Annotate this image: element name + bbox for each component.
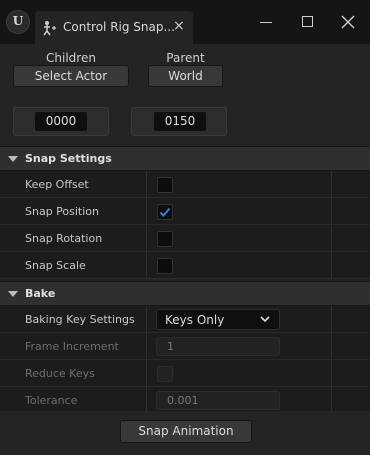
- parent-label: Parent: [166, 51, 205, 65]
- row-label: Frame Increment: [25, 340, 119, 353]
- field-value: 1: [167, 340, 174, 353]
- baking-key-settings-row: Baking Key Settings Keys Only: [0, 306, 370, 333]
- children-label: Children: [46, 51, 96, 65]
- title-bar: Control Rig Snap... ×: [0, 0, 370, 44]
- tab-control-rig-snapper[interactable]: Control Rig Snap... ×: [35, 11, 193, 44]
- start-frame-input[interactable]: 0000: [35, 112, 87, 131]
- snapper-panel: Children Select Actor Parent World 0000 …: [0, 44, 370, 455]
- footer: Snap Animation: [0, 411, 370, 455]
- tab-label: Control Rig Snap...: [63, 20, 175, 34]
- unreal-engine-logo-icon[interactable]: [6, 10, 30, 34]
- keep-offset-row: Keep Offset: [0, 171, 370, 198]
- bake-header[interactable]: Bake: [0, 281, 370, 306]
- field-value: 0.001: [167, 394, 199, 407]
- select-actor-button[interactable]: Select Actor: [13, 65, 129, 87]
- checkmark-icon: [159, 207, 171, 217]
- section-title: Bake: [25, 287, 56, 300]
- snap-rotation-checkbox[interactable]: [157, 231, 173, 247]
- snap-scale-checkbox[interactable]: [157, 258, 173, 274]
- collapse-arrow-icon: [8, 291, 18, 297]
- tolerance-row: Tolerance 0.001: [0, 387, 370, 414]
- section-title: Snap Settings: [25, 152, 112, 165]
- row-label: Snap Scale: [25, 259, 86, 272]
- row-label: Tolerance: [25, 394, 78, 407]
- dropdown-value: Keys Only: [165, 313, 225, 327]
- snap-position-checkbox[interactable]: [157, 204, 173, 220]
- reduce-keys-row: Reduce Keys: [0, 360, 370, 387]
- end-frame-box: 0150: [131, 107, 227, 136]
- snap-animation-button[interactable]: Snap Animation: [120, 420, 252, 443]
- close-icon: [341, 15, 355, 29]
- world-button[interactable]: World: [148, 65, 223, 87]
- baking-key-settings-dropdown[interactable]: Keys Only: [156, 309, 280, 330]
- row-label: Baking Key Settings: [25, 313, 135, 326]
- row-label: Keep Offset: [25, 178, 89, 191]
- row-label: Snap Position: [25, 205, 100, 218]
- row-label: Snap Rotation: [25, 232, 103, 245]
- start-frame-box: 0000: [13, 107, 109, 136]
- snap-rotation-row: Snap Rotation: [0, 225, 370, 252]
- control-rig-icon: [43, 21, 56, 36]
- snap-settings-header[interactable]: Snap Settings: [0, 146, 370, 171]
- end-frame-input[interactable]: 0150: [154, 112, 206, 131]
- close-window-button[interactable]: [336, 10, 360, 34]
- collapse-arrow-icon: [8, 156, 18, 162]
- row-label: Reduce Keys: [25, 367, 95, 380]
- snap-position-row: Snap Position: [0, 198, 370, 225]
- frame-increment-row: Frame Increment 1: [0, 333, 370, 360]
- keep-offset-checkbox[interactable]: [157, 177, 173, 193]
- maximize-button[interactable]: [295, 10, 319, 34]
- frame-increment-input[interactable]: 1: [156, 337, 280, 356]
- reduce-keys-checkbox[interactable]: [157, 366, 173, 382]
- tolerance-input[interactable]: 0.001: [156, 391, 280, 410]
- tab-close-icon[interactable]: ×: [173, 18, 185, 34]
- chevron-down-icon: [260, 316, 270, 323]
- minimize-button[interactable]: [254, 10, 278, 34]
- snap-scale-row: Snap Scale: [0, 252, 370, 279]
